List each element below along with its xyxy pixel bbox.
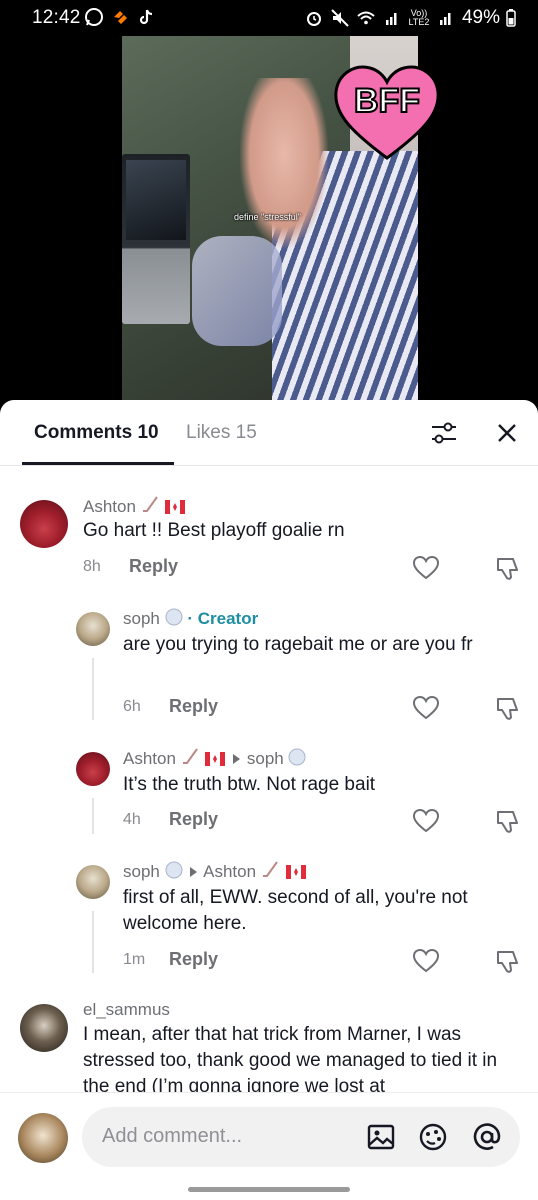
canada-flag-icon <box>205 752 226 766</box>
comment-text: first of all, EWW. second of all, you're… <box>123 887 468 934</box>
status-notification-icons <box>84 7 156 27</box>
comment-composer: Add comment... <box>0 1092 538 1200</box>
tiktok-icon <box>139 9 153 25</box>
reply-button[interactable]: Reply <box>169 696 218 717</box>
creator-badge: · Creator <box>187 609 259 628</box>
video-laptop <box>122 154 190 324</box>
battery-percent: 49% <box>461 7 500 28</box>
avatar[interactable] <box>20 1004 68 1052</box>
hockey-stick-icon <box>262 861 278 877</box>
status-bar: 12:42 Vo)) LTE2 49% <box>0 0 538 36</box>
dislike-icon[interactable] <box>495 949 521 975</box>
add-comment-placeholder: Add comment... <box>102 1125 243 1147</box>
comment-username[interactable]: soph Ashton <box>123 861 306 882</box>
profile-badge-icon <box>288 748 306 766</box>
carrier-label: Vo)) LTE2 <box>408 8 430 27</box>
comment-text: It’s the truth btw. Not rage bait <box>123 774 376 795</box>
home-indicator[interactable] <box>188 1187 350 1192</box>
wifi-icon <box>357 11 375 25</box>
comment-item: el_sammus I mean, after that hat trick f… <box>0 998 538 1098</box>
thread-line <box>92 911 94 973</box>
tab-likes[interactable]: Likes 15 <box>186 422 257 444</box>
canada-flag-icon <box>165 500 186 514</box>
reply-item: soph Ashton first of all, EWW. second of… <box>0 859 538 979</box>
comment-time: 6h <box>123 698 141 715</box>
comment-text: I mean, after that hat trick from Marner… <box>83 1024 498 1097</box>
hockey-stick-icon <box>182 748 198 764</box>
heart-icon[interactable] <box>413 809 439 833</box>
video-sleeve <box>192 236 282 346</box>
reply-arrow-icon <box>190 867 198 877</box>
add-comment-input[interactable]: Add comment... <box>82 1107 520 1167</box>
status-system-icons: Vo)) LTE2 49% <box>304 7 516 29</box>
reply-item: soph · Creator are you trying to ragebai… <box>0 606 538 726</box>
mute-icon <box>331 9 349 27</box>
comment-item: Ashton Go hart !! Best playoff goalie rn… <box>0 492 538 582</box>
reply-button[interactable]: Reply <box>129 556 178 577</box>
avatar[interactable] <box>20 500 68 548</box>
mention-icon[interactable] <box>472 1122 502 1152</box>
signal-icon <box>385 13 397 25</box>
comment-username[interactable]: Ashton soph <box>123 748 306 769</box>
dislike-icon[interactable] <box>495 556 521 582</box>
signal-icon-2 <box>439 13 451 25</box>
heart-icon[interactable] <box>413 696 439 720</box>
battery-icon <box>506 9 516 27</box>
tab-underline <box>22 462 174 465</box>
status-time: 12:42 <box>32 7 81 28</box>
video-overlay-text: define "stressful" <box>234 212 301 222</box>
profile-badge-icon <box>165 861 183 879</box>
profile-badge-icon <box>165 608 183 626</box>
bff-heart-sticker: BFF <box>334 65 440 160</box>
thread-line <box>92 658 94 720</box>
comment-username[interactable]: soph · Creator <box>123 608 258 629</box>
sync-icon <box>114 11 127 24</box>
image-icon[interactable] <box>366 1122 396 1152</box>
reply-arrow-icon <box>233 754 241 764</box>
avatar[interactable] <box>76 752 110 786</box>
filter-icon[interactable] <box>428 418 460 448</box>
comment-time: 4h <box>123 811 141 828</box>
dislike-icon[interactable] <box>495 809 521 835</box>
alarm-icon <box>306 12 321 26</box>
comment-username[interactable]: el_sammus <box>83 1000 170 1020</box>
reply-button[interactable]: Reply <box>169 809 218 830</box>
comment-text: are you trying to ragebait me or are you… <box>123 634 473 655</box>
dislike-icon[interactable] <box>495 696 521 722</box>
canada-flag-icon <box>285 865 306 879</box>
comment-username[interactable]: Ashton <box>83 496 186 517</box>
whatsapp-icon <box>85 8 103 26</box>
avatar[interactable] <box>76 612 110 646</box>
reply-item: Ashton soph It’s the truth btw. Not rage… <box>0 746 538 836</box>
heart-icon[interactable] <box>413 556 439 580</box>
comment-time: 8h <box>83 558 101 575</box>
hockey-stick-icon <box>142 496 158 512</box>
emoji-icon[interactable] <box>418 1122 448 1152</box>
thread-line <box>92 798 94 834</box>
reply-button[interactable]: Reply <box>169 949 218 970</box>
tab-comments[interactable]: Comments 10 <box>34 422 159 444</box>
heart-icon[interactable] <box>413 949 439 973</box>
comments-sheet: Comments 10 Likes 15 Ashton Go hart !! B… <box>0 400 538 1200</box>
comment-text: Go hart !! Best playoff goalie rn <box>83 520 345 541</box>
comment-tabs: Comments 10 Likes 15 <box>0 400 538 466</box>
video-hand <box>240 78 328 248</box>
sticker-text: BFF <box>354 82 420 120</box>
avatar[interactable] <box>76 865 110 899</box>
close-icon[interactable] <box>494 420 520 446</box>
user-avatar[interactable] <box>18 1113 68 1163</box>
comment-time: 1m <box>123 951 146 968</box>
